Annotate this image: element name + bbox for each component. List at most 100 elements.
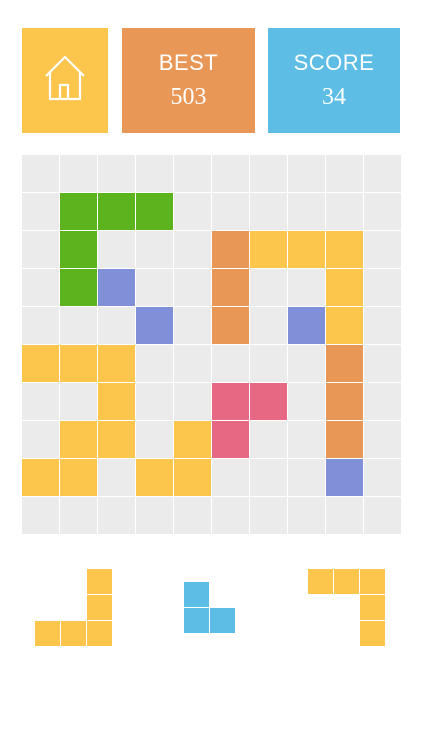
empty-cell[interactable] bbox=[364, 497, 401, 534]
empty-cell[interactable] bbox=[136, 421, 173, 458]
empty-cell[interactable] bbox=[250, 421, 287, 458]
piece-block bbox=[184, 608, 209, 633]
empty-cell[interactable] bbox=[174, 497, 211, 534]
empty-cell[interactable] bbox=[250, 307, 287, 344]
piece-corner-yellow[interactable] bbox=[308, 569, 386, 647]
best-label: BEST bbox=[158, 50, 219, 75]
empty-cell[interactable] bbox=[22, 155, 59, 192]
empty-cell[interactable] bbox=[250, 269, 287, 306]
empty-cell[interactable] bbox=[288, 193, 325, 230]
score-value: 34 bbox=[322, 84, 346, 110]
empty-cell[interactable] bbox=[22, 307, 59, 344]
filled-cell bbox=[326, 307, 363, 344]
empty-cell[interactable] bbox=[288, 383, 325, 420]
filled-cell bbox=[60, 269, 97, 306]
piece-block bbox=[334, 569, 359, 594]
piece-block bbox=[308, 569, 333, 594]
empty-cell[interactable] bbox=[60, 307, 97, 344]
empty-cell[interactable] bbox=[136, 345, 173, 382]
piece-block bbox=[184, 582, 209, 607]
empty-cell[interactable] bbox=[174, 345, 211, 382]
filled-cell bbox=[98, 345, 135, 382]
empty-cell[interactable] bbox=[136, 231, 173, 268]
best-score-tile: BEST 503 bbox=[122, 28, 255, 133]
empty-cell[interactable] bbox=[326, 497, 363, 534]
empty-cell[interactable] bbox=[22, 383, 59, 420]
empty-cell[interactable] bbox=[60, 383, 97, 420]
empty-cell[interactable] bbox=[212, 345, 249, 382]
empty-cell[interactable] bbox=[364, 459, 401, 496]
empty-cell[interactable] bbox=[22, 497, 59, 534]
empty-cell[interactable] bbox=[250, 497, 287, 534]
empty-cell[interactable] bbox=[174, 269, 211, 306]
filled-cell bbox=[250, 383, 287, 420]
empty-cell[interactable] bbox=[288, 497, 325, 534]
empty-cell[interactable] bbox=[98, 155, 135, 192]
empty-cell[interactable] bbox=[364, 345, 401, 382]
filled-cell bbox=[326, 231, 363, 268]
empty-cell[interactable] bbox=[136, 497, 173, 534]
empty-cell[interactable] bbox=[364, 193, 401, 230]
piece-l-yellow[interactable] bbox=[35, 569, 113, 647]
empty-cell[interactable] bbox=[250, 193, 287, 230]
filled-cell bbox=[60, 193, 97, 230]
filled-cell bbox=[98, 421, 135, 458]
empty-cell[interactable] bbox=[212, 459, 249, 496]
filled-cell bbox=[174, 459, 211, 496]
filled-cell bbox=[212, 307, 249, 344]
piece-block bbox=[61, 621, 86, 646]
piece-small-l-blue[interactable] bbox=[184, 582, 236, 634]
empty-cell[interactable] bbox=[22, 193, 59, 230]
home-button[interactable] bbox=[22, 28, 108, 133]
empty-cell[interactable] bbox=[250, 459, 287, 496]
empty-cell[interactable] bbox=[174, 193, 211, 230]
empty-cell[interactable] bbox=[288, 269, 325, 306]
empty-cell[interactable] bbox=[326, 193, 363, 230]
empty-cell[interactable] bbox=[174, 307, 211, 344]
filled-cell bbox=[212, 383, 249, 420]
piece-block bbox=[87, 595, 112, 620]
empty-cell[interactable] bbox=[22, 421, 59, 458]
empty-cell[interactable] bbox=[364, 155, 401, 192]
empty-cell[interactable] bbox=[174, 231, 211, 268]
empty-cell[interactable] bbox=[174, 155, 211, 192]
filled-cell bbox=[326, 269, 363, 306]
empty-cell[interactable] bbox=[364, 383, 401, 420]
piece-block bbox=[360, 595, 385, 620]
empty-cell[interactable] bbox=[60, 497, 97, 534]
empty-cell[interactable] bbox=[136, 269, 173, 306]
empty-cell[interactable] bbox=[136, 155, 173, 192]
empty-cell[interactable] bbox=[364, 307, 401, 344]
empty-cell[interactable] bbox=[136, 383, 173, 420]
empty-cell[interactable] bbox=[326, 155, 363, 192]
empty-cell[interactable] bbox=[288, 345, 325, 382]
empty-cell[interactable] bbox=[98, 307, 135, 344]
empty-cell[interactable] bbox=[364, 231, 401, 268]
filled-cell bbox=[98, 193, 135, 230]
filled-cell bbox=[98, 269, 135, 306]
empty-cell[interactable] bbox=[98, 231, 135, 268]
piece-block bbox=[87, 621, 112, 646]
empty-cell[interactable] bbox=[98, 459, 135, 496]
empty-cell[interactable] bbox=[60, 155, 97, 192]
empty-cell[interactable] bbox=[364, 421, 401, 458]
empty-cell[interactable] bbox=[174, 383, 211, 420]
filled-cell bbox=[60, 231, 97, 268]
empty-cell[interactable] bbox=[212, 155, 249, 192]
empty-cell[interactable] bbox=[22, 231, 59, 268]
empty-cell[interactable] bbox=[364, 269, 401, 306]
empty-cell[interactable] bbox=[98, 497, 135, 534]
filled-cell bbox=[22, 459, 59, 496]
piece-block bbox=[35, 621, 60, 646]
empty-cell[interactable] bbox=[250, 345, 287, 382]
empty-cell[interactable] bbox=[288, 155, 325, 192]
filled-cell bbox=[60, 345, 97, 382]
empty-cell[interactable] bbox=[250, 155, 287, 192]
empty-cell[interactable] bbox=[212, 497, 249, 534]
filled-cell bbox=[174, 421, 211, 458]
empty-cell[interactable] bbox=[288, 421, 325, 458]
empty-cell[interactable] bbox=[212, 193, 249, 230]
empty-cell[interactable] bbox=[288, 459, 325, 496]
empty-cell[interactable] bbox=[22, 269, 59, 306]
filled-cell bbox=[326, 383, 363, 420]
